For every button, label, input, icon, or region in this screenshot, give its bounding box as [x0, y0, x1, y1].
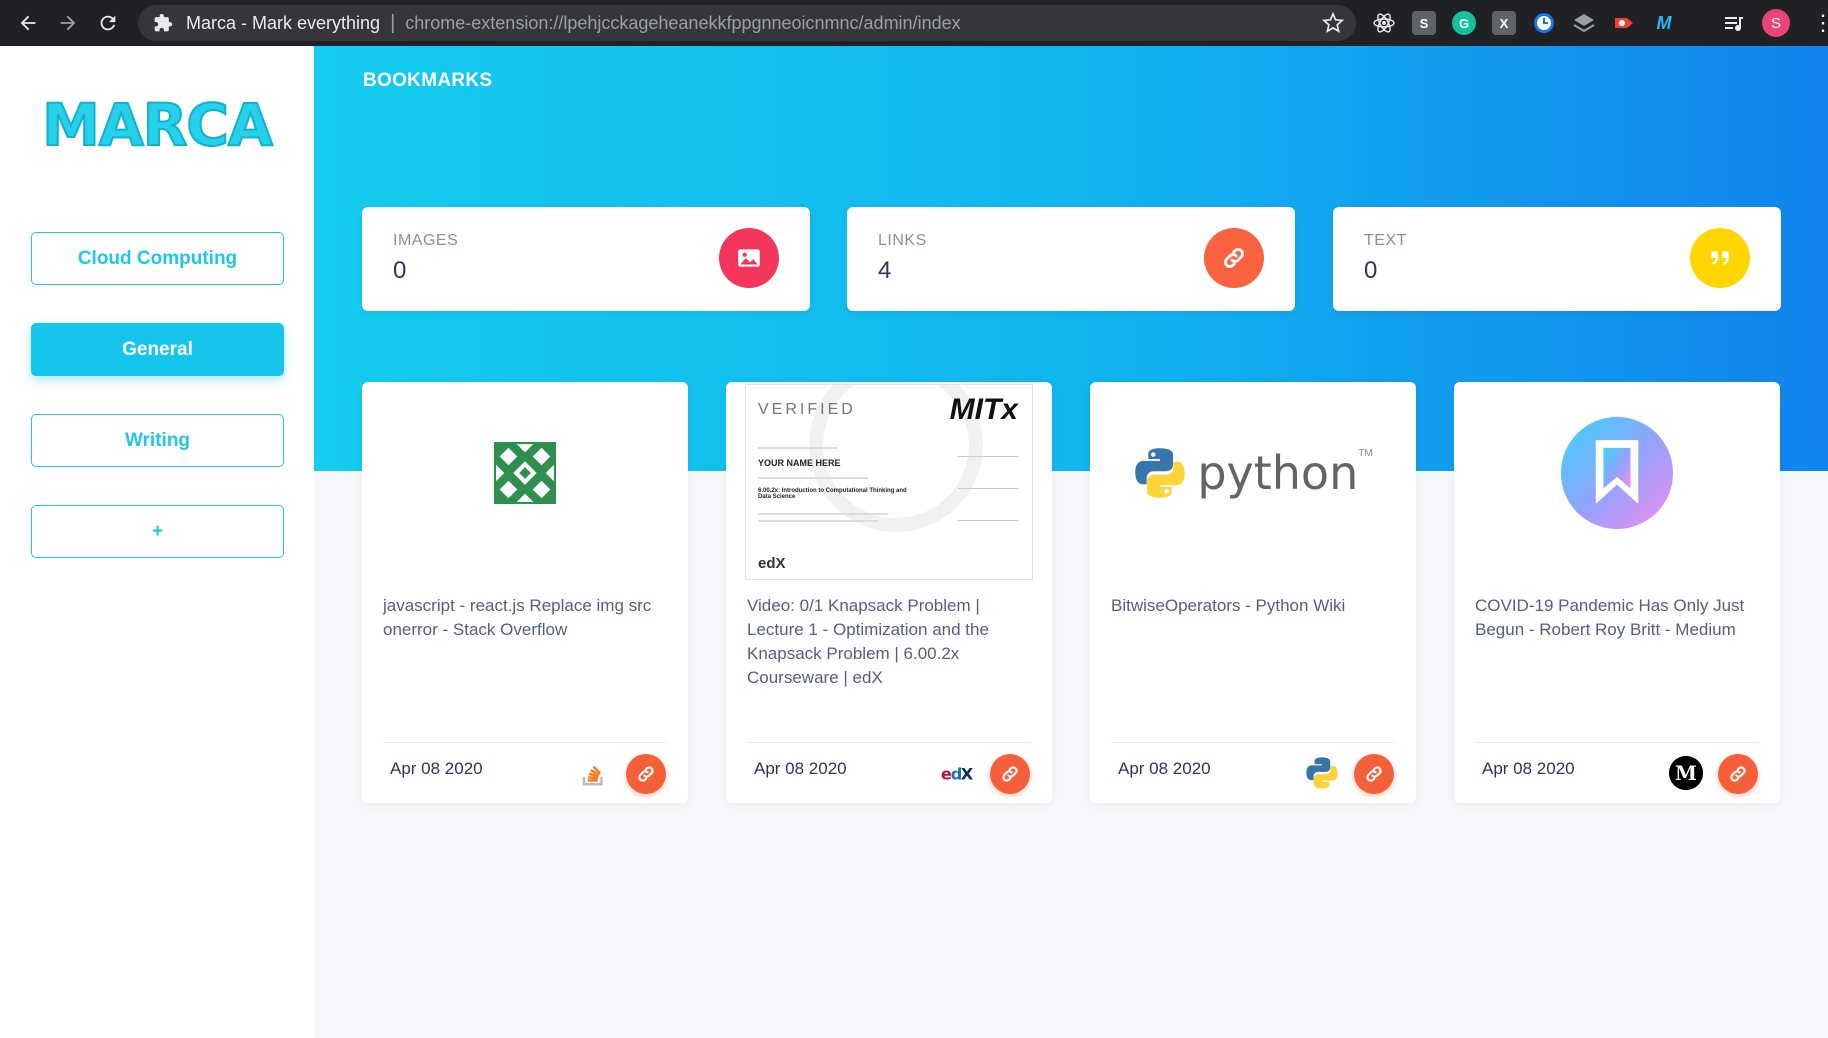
edx-icon: edX — [940, 755, 976, 791]
link-icon — [1002, 766, 1018, 782]
stat-label: LINKS — [878, 232, 927, 249]
certificate-text-line — [758, 513, 888, 515]
clock-extension-icon[interactable] — [1532, 11, 1556, 35]
arrow-left-icon — [20, 15, 36, 31]
extensions-bar: S G X M S ⋮ — [1372, 0, 1828, 46]
card-divider — [1111, 742, 1395, 743]
certificate-preview: VERIFIED MITx YOUR NAME HERE 6.00.2x: In… — [745, 384, 1033, 580]
card-divider — [1475, 742, 1759, 743]
record-extension-icon[interactable] — [1612, 11, 1636, 35]
sidebar: MARCA Cloud Computing General Writing + — [0, 46, 314, 1038]
reload-button[interactable] — [88, 3, 128, 43]
open-link-button[interactable] — [626, 754, 666, 794]
certificate-brand: MITx — [949, 393, 1018, 426]
page-title: Marca - Mark everything — [186, 12, 381, 33]
trademark-mark: TM — [1358, 448, 1373, 459]
stat-value: 0 — [1364, 257, 1378, 284]
open-link-button[interactable] — [1718, 754, 1758, 794]
page-heading: BOOKMARKS — [363, 70, 493, 91]
link-icon — [1204, 228, 1264, 288]
bookmark-date: Apr 08 2020 — [1482, 759, 1575, 778]
card-divider — [383, 742, 667, 743]
address-bar[interactable]: Marca - Mark everything | chrome-extensi… — [138, 5, 1356, 41]
svg-text:X: X — [961, 764, 974, 783]
browser-toolbar: Marca - Mark everything | chrome-extensi… — [0, 0, 1828, 46]
back-button[interactable] — [8, 3, 48, 43]
grammarly-icon[interactable]: G — [1452, 11, 1476, 35]
stat-card-text[interactable]: TEXT 0 — [1333, 207, 1781, 311]
stat-value: 4 — [878, 257, 892, 284]
bookmark-placeholder-icon — [1560, 416, 1674, 530]
bookmark-title[interactable]: BitwiseOperators - Python Wiki — [1111, 594, 1401, 618]
bookmark-card[interactable]: COVID-19 Pandemic Has Only Just Begun - … — [1454, 382, 1780, 803]
toolbar-divider — [1692, 11, 1706, 35]
card-divider — [747, 742, 1031, 743]
bookmark-card[interactable]: VERIFIED MITx YOUR NAME HERE 6.00.2x: In… — [726, 382, 1052, 803]
bookmark-date: Apr 08 2020 — [754, 759, 847, 778]
add-category-button[interactable]: + — [31, 505, 284, 558]
certificate-footer: edX — [758, 555, 786, 572]
certificate-signature — [958, 507, 1018, 521]
bookmark-card[interactable]: javascript - react.js Replace img src on… — [362, 382, 688, 803]
app-logo[interactable]: MARCA — [0, 90, 314, 160]
certificate-course: 6.00.2x: Introduction to Computational T… — [758, 488, 907, 500]
open-link-button[interactable] — [990, 754, 1030, 794]
reload-icon — [100, 15, 116, 31]
bookmark-title[interactable]: COVID-19 Pandemic Has Only Just Begun - … — [1475, 594, 1765, 642]
profile-avatar[interactable]: S — [1762, 9, 1790, 37]
forward-button[interactable] — [48, 3, 88, 43]
stackoverflow-icon — [576, 755, 612, 791]
stat-value: 0 — [393, 257, 407, 284]
python-icon — [1304, 755, 1340, 791]
bookmark-title[interactable]: Video: 0/1 Knapsack Problem | Lecture 1 … — [747, 594, 1037, 690]
sidebar-item-general[interactable]: General — [31, 323, 284, 376]
stat-label: TEXT — [1364, 232, 1407, 249]
title-separator: | — [390, 11, 396, 34]
m-extension-icon[interactable]: M — [1652, 11, 1676, 35]
bookmark-star-icon[interactable] — [1322, 12, 1344, 34]
bookmark-thumbnail — [376, 390, 674, 556]
sidebar-item-writing[interactable]: Writing — [31, 414, 284, 467]
x-extension-icon[interactable]: X — [1492, 11, 1516, 35]
certificate-heading: VERIFIED — [758, 401, 856, 418]
s-extension-icon[interactable]: S — [1412, 11, 1436, 35]
link-icon — [638, 766, 654, 782]
puzzle-icon — [152, 12, 174, 34]
python-logo-icon — [1135, 448, 1186, 498]
bookmark-thumbnail: python TM — [1104, 390, 1402, 556]
certificate-text-line — [758, 447, 838, 449]
media-control-icon[interactable] — [1722, 11, 1746, 35]
logo-text: MARCA — [41, 90, 274, 160]
sidebar-item-cloud-computing[interactable]: Cloud Computing — [31, 232, 284, 285]
stat-card-images[interactable]: IMAGES 0 — [362, 207, 810, 311]
certificate-text-line — [758, 520, 878, 522]
link-icon — [1366, 766, 1382, 782]
url-text[interactable]: chrome-extension://lpehjcckageheanekkfpp… — [405, 13, 960, 34]
medium-icon: M — [1668, 755, 1704, 791]
chrome-menu-icon[interactable]: ⋮ — [1812, 12, 1828, 34]
bookmark-date: Apr 08 2020 — [390, 759, 483, 778]
bookmark-card[interactable]: python TM BitwiseOperators - Python Wiki… — [1090, 382, 1416, 803]
image-icon — [719, 228, 779, 288]
link-icon — [1730, 766, 1746, 782]
stat-card-links[interactable]: LINKS 4 — [847, 207, 1295, 311]
certificate-signature — [958, 475, 1018, 489]
certificate-name: YOUR NAME HERE — [758, 458, 841, 468]
python-wordmark: python — [1197, 446, 1359, 500]
quote-icon — [1690, 228, 1750, 288]
arrow-right-icon — [60, 15, 76, 31]
bookmark-thumbnail — [1468, 390, 1766, 556]
stackoverflow-identicon — [494, 442, 556, 504]
react-devtools-icon[interactable] — [1372, 11, 1396, 35]
bookmark-date: Apr 08 2020 — [1118, 759, 1211, 778]
certificate-text-line — [758, 477, 868, 479]
open-link-button[interactable] — [1354, 754, 1394, 794]
layers-extension-icon[interactable] — [1572, 11, 1596, 35]
stat-label: IMAGES — [393, 232, 459, 249]
bookmark-title[interactable]: javascript - react.js Replace img src on… — [383, 594, 673, 642]
svg-text:M: M — [1675, 761, 1697, 785]
certificate-signature — [958, 443, 1018, 457]
bookmark-thumbnail: VERIFIED MITx YOUR NAME HERE 6.00.2x: In… — [740, 382, 1038, 582]
